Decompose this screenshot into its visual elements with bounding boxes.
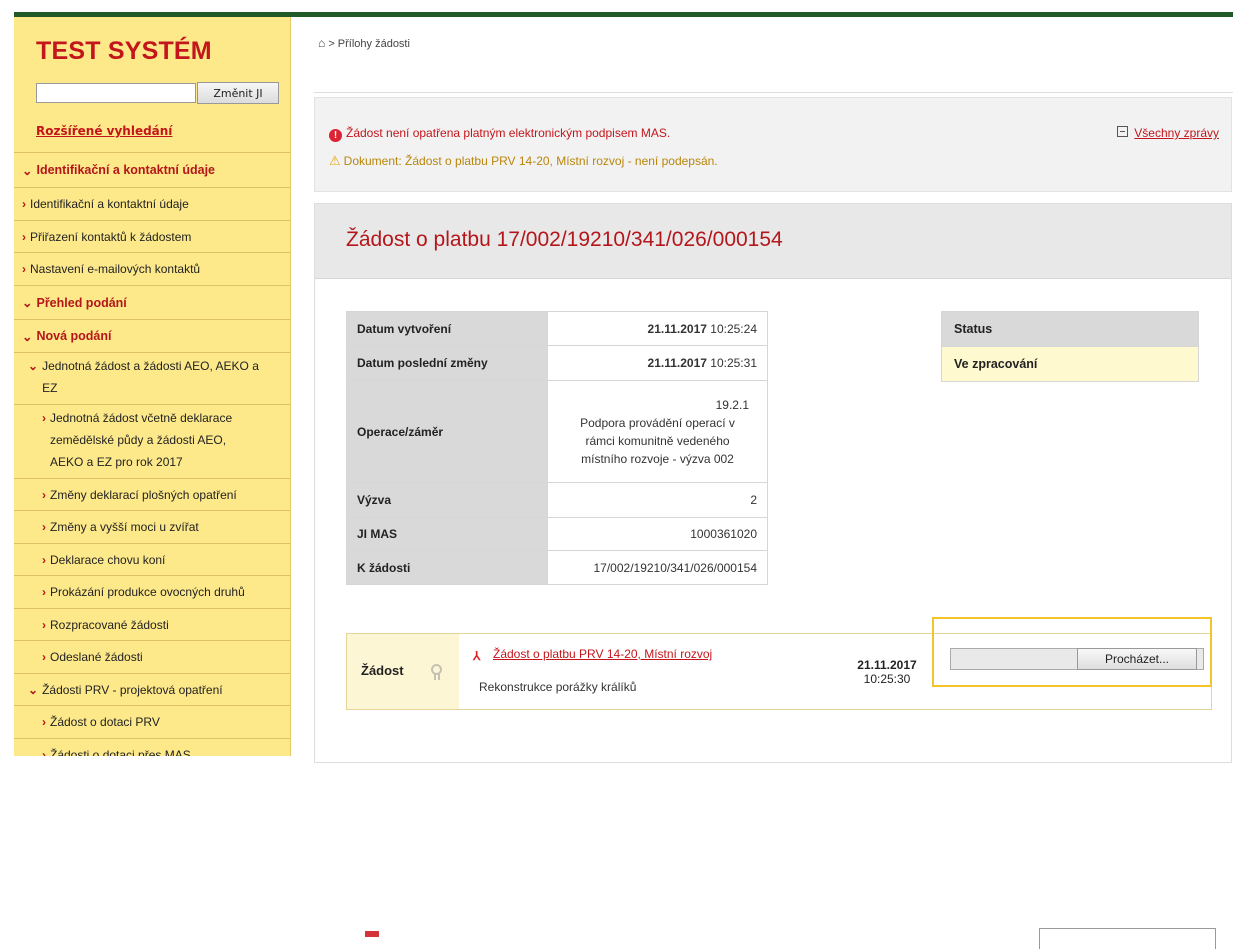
error-message: ! Žádost není opatřena platným elektronic… [329,126,670,142]
operation-value: 19.2.1 Podpora provádění operací v rámci… [547,380,768,483]
error-icon: ! [329,129,342,142]
chevron-right-icon: › [42,650,46,664]
status-box: Status Ve zpracování [941,311,1199,382]
warning-message: ⚠ Dokument: Žádost o platbu PRV 14-20, Mí… [329,153,718,168]
chevron-right-icon: › [42,748,46,756]
nav-section-new-submissions[interactable]: ⌄ Nová podání [14,319,290,352]
change-ji-button[interactable]: Změnit JI [197,82,279,104]
panel-header: Žádost o platbu 17/002/19210/341/026/000… [315,204,1231,279]
attachment-label-cell: Žádost [347,634,459,709]
chevron-down-icon: ⌄ [22,296,33,310]
nav-item-contact-assignment[interactable]: › Přiřazení kontaktů k žádostem [14,220,290,252]
status-header: Status [941,311,1199,347]
created-value: 21.11.2017 10:25:24 [547,311,768,346]
mas-label: JI MAS [346,517,548,551]
chevron-down-icon: ⌄ [28,682,39,697]
home-icon[interactable]: ⌂ [318,36,325,50]
main-content: ⌂ > Přílohy žádosti ! Žádost není opatřen… [290,17,1233,949]
chevron-down-icon: ⌄ [22,163,33,178]
nav-item-fruit-production[interactable]: › Prokázání produkce ovocných druhů [14,575,290,608]
table-row: Výzva 2 [346,482,768,518]
nav-item-horse-declaration[interactable]: › Deklarace chovu koní [14,543,290,575]
nav-item-prv-project[interactable]: ⌄ Žádosti PRV - projektová opatření [14,673,290,705]
chevron-right-icon: › [42,585,46,599]
advanced-search-link[interactable]: Rozšířené vyhledání [36,124,172,138]
collapse-icon[interactable] [1117,126,1129,137]
nav-item-single-application[interactable]: ⌄ Jednotná žádost a žádosti AEO, AEKO a … [14,352,290,404]
created-label: Datum vytvoření [346,311,548,346]
details-table: Datum vytvoření 21.11.2017 10:25:24 Datu… [346,311,768,585]
mas-value: 1000361020 [547,517,768,551]
chevron-right-icon: › [42,715,46,729]
app-logo: TEST SYSTÉM [36,37,212,65]
request-label: K žádosti [346,550,548,585]
attachment-datetime: 21.11.2017 10:25:30 [857,658,917,686]
modified-label: Datum poslední změny [346,345,548,381]
sidebar-nav: ⌄ Identifikační a kontaktní údaje › Iden… [14,152,290,756]
breadcrumb: ⌂ > Přílohy žádosti [318,36,410,50]
nav-section-identification[interactable]: ⌄ Identifikační a kontaktní údaje [14,152,290,187]
status-value: Ve zpracování [941,346,1199,382]
signature-award-icon [431,664,442,680]
partial-icon [365,931,379,937]
chevron-right-icon: › [42,552,46,567]
operation-label: Operace/záměr [346,380,548,483]
request-value: 17/002/19210/341/026/000154 [547,550,768,585]
call-value: 2 [547,482,768,518]
all-messages-link[interactable]: Všechny zprávy [1134,126,1219,140]
sidebar: TEST SYSTÉM Změnit JI Rozšířené vyhledán… [14,17,291,756]
attachment-label: Žádost [361,663,404,678]
warning-icon: ⚠ [329,153,341,168]
attachment-link-wrap: ⅄ Žádost o platbu PRV 14-20, Místní rozvo… [473,647,712,663]
table-row: Datum vytvoření 21.11.2017 10:25:24 [346,311,768,346]
chevron-right-icon: › [42,520,46,534]
nav-item-drafts[interactable]: › Rozpracované žádosti [14,608,290,640]
ji-search-input[interactable] [36,83,196,103]
nav-item-email-contacts[interactable]: › Nastavení e-mailových kontaktů [14,252,290,285]
nav-item-area-changes[interactable]: › Změny deklarací plošných opatření [14,478,290,510]
nav-item-sent[interactable]: › Odeslané žádosti [14,640,290,673]
chevron-right-icon: › [22,262,26,276]
table-row: Operace/záměr 19.2.1 Podpora provádění o… [346,380,768,483]
chevron-right-icon: › [42,411,46,425]
partial-button[interactable] [1039,928,1216,949]
divider [314,92,1233,93]
table-row: Datum poslední změny 21.11.2017 10:25:31 [346,345,768,381]
modified-value: 21.11.2017 10:25:31 [547,345,768,381]
chevron-right-icon: › [42,617,46,632]
messages-box: ! Žádost není opatřena platným elektronic… [314,97,1232,192]
chevron-right-icon: › [22,197,26,211]
table-row: K žádosti 17/002/19210/341/026/000154 [346,550,768,585]
table-row: JI MAS 1000361020 [346,517,768,551]
chevron-right-icon: › [42,487,46,502]
request-panel: Žádost o platbu 17/002/19210/341/026/000… [314,203,1232,949]
nav-item-mas-subsidy[interactable]: › Žádosti o dotaci přes MAS [14,738,290,756]
attachment-link[interactable]: Žádost o platbu PRV 14-20, Místní rozvoj [493,647,712,661]
chevron-right-icon: › [22,229,26,244]
nav-item-animal-changes[interactable]: › Změny a vyšší moci u zvířat [14,510,290,543]
browse-button[interactable]: Procházet... [1077,648,1197,670]
page-title: Žádost o platbu 17/002/19210/341/026/000… [346,228,783,251]
nav-section-submissions-overview[interactable]: ⌄ Přehled podání [14,285,290,319]
pdf-icon: ⅄ [473,649,481,663]
call-label: Výzva [346,482,548,518]
chevron-down-icon: ⌄ [22,329,33,344]
all-messages-toggle[interactable]: Všechny zprávy [1117,126,1219,140]
chevron-down-icon: ⌄ [28,359,39,373]
nav-item-single-application-2017[interactable]: › Jednotná žádost včetně deklarace zeměd… [14,404,290,478]
attachment-description: Rekonstrukce porážky králíků [479,680,637,694]
nav-item-identification[interactable]: › Identifikační a kontaktní údaje [14,187,290,220]
nav-item-prv-subsidy[interactable]: › Žádost o dotaci PRV [14,705,290,738]
